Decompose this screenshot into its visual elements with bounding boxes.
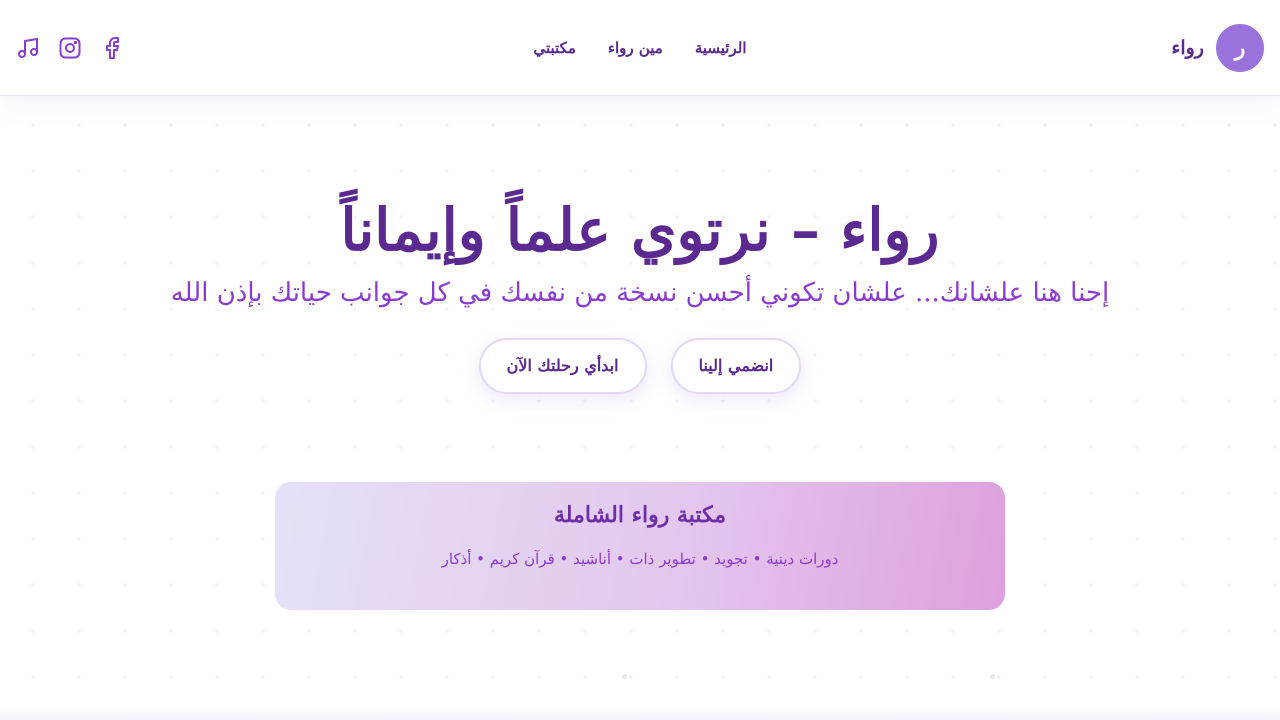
main-nav: الرئيسية مين رواء مكتبتي	[534, 39, 747, 57]
library-title: مكتبة رواء الشاملة	[553, 502, 727, 528]
nav-item-home[interactable]: الرئيسية	[695, 39, 747, 57]
hero-subtitle: إحنا هنا علشانك... علشان تكوني أحسن نسخة…	[170, 278, 1110, 309]
brand-link[interactable]: ر رواء	[1171, 23, 1264, 72]
facebook-icon[interactable]	[100, 36, 124, 60]
library-tags: دورات دينية • تجويد • تطوير ذات • أناشيد…	[441, 550, 839, 568]
join-button[interactable]: انضمي إلينا	[670, 337, 802, 394]
bottom-fade	[0, 706, 1280, 720]
site-header: ر رواء الرئيسية مين رواء مكتبتي	[0, 0, 1280, 96]
hero-section: رواء – نرتوي علماً وإيماناً إحنا هنا علش…	[0, 190, 1280, 394]
decorative-dot	[622, 674, 627, 679]
hero-title: رواء – نرتوي علماً وإيماناً	[340, 196, 940, 264]
instagram-icon[interactable]	[58, 36, 82, 60]
music-icon[interactable]	[16, 36, 40, 60]
decorative-dot	[990, 674, 995, 679]
brand-name: رواء	[1171, 36, 1204, 59]
library-card[interactable]: مكتبة رواء الشاملة دورات دينية • تجويد •…	[275, 482, 1005, 610]
cta-row: انضمي إلينا ابدأي رحلتك الآن	[0, 337, 1280, 394]
start-journey-button[interactable]: ابدأي رحلتك الآن	[478, 337, 647, 394]
nav-item-about[interactable]: مين رواء	[608, 39, 663, 57]
social-links	[16, 36, 124, 60]
nav-item-library[interactable]: مكتبتي	[534, 39, 576, 57]
brand-logo: ر	[1216, 23, 1264, 72]
